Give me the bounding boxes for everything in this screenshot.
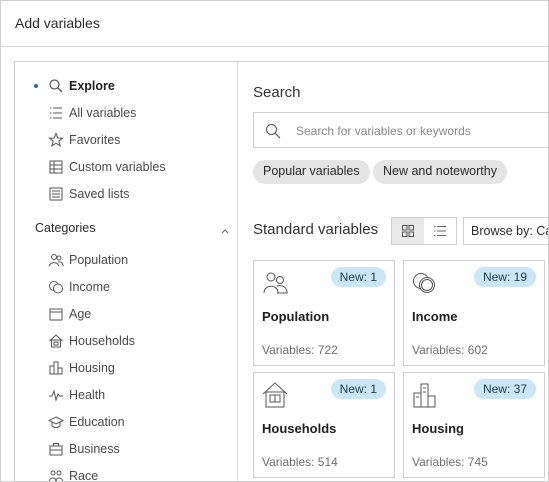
view-toggle <box>391 217 457 245</box>
chip-popular-variables[interactable]: Popular variables <box>253 160 370 184</box>
graduation-cap-icon <box>48 414 64 430</box>
business-icon <box>48 441 64 457</box>
category-education[interactable]: Education <box>15 411 237 433</box>
nav-item-custom-variables[interactable]: Custom variables <box>15 156 237 178</box>
category-label: Education <box>69 415 125 429</box>
chip-new-and-noteworthy[interactable]: New and noteworthy <box>373 160 507 184</box>
active-indicator <box>34 84 38 88</box>
category-age[interactable]: Age <box>15 303 237 325</box>
category-label: Housing <box>69 361 115 375</box>
variable-card-housing[interactable]: New: 37 Housing Variables: 745 <box>403 372 545 478</box>
coins-icon <box>48 279 64 295</box>
standard-variables-heading: Standard variables <box>253 221 379 238</box>
dialog-title: Add variables <box>15 15 100 31</box>
heartbeat-icon <box>48 387 64 403</box>
variable-card-households[interactable]: New: 1 Households Variables: 514 <box>253 372 395 478</box>
search-icon <box>48 78 64 94</box>
main-content: Search Popular variables New and notewor… <box>239 62 548 481</box>
categories-header[interactable]: Categories <box>35 221 230 243</box>
card-title: Income <box>412 309 458 324</box>
card-variable-count: Variables: 602 <box>412 343 488 357</box>
category-label: Age <box>69 307 92 321</box>
nav-item-saved-lists[interactable]: Saved lists <box>15 183 237 205</box>
category-housing[interactable]: Housing <box>15 357 237 379</box>
category-business[interactable]: Business <box>15 438 237 460</box>
category-population[interactable]: Population <box>15 249 237 271</box>
categories-title: Categories <box>35 221 96 235</box>
search-heading: Search <box>253 84 301 101</box>
card-title: Households <box>262 421 337 436</box>
category-label: Business <box>69 442 120 456</box>
people-icon <box>48 252 64 268</box>
chevron-up-icon <box>220 226 230 236</box>
category-label: Households <box>69 334 136 348</box>
list-icon <box>48 105 64 121</box>
house-icon <box>261 381 289 409</box>
people-icon <box>261 269 289 297</box>
new-count-badge: New: 1 <box>330 267 386 287</box>
card-title: Population <box>262 309 330 324</box>
race-icon <box>48 468 64 481</box>
category-income[interactable]: Income <box>15 276 237 298</box>
nav-item-favorites[interactable]: Favorites <box>15 129 237 151</box>
category-label: Health <box>69 388 106 402</box>
list-view-button[interactable] <box>424 218 456 244</box>
custom-variables-icon <box>48 159 64 175</box>
nav-item-explore[interactable]: Explore <box>15 75 237 97</box>
card-title: Housing <box>412 421 464 436</box>
saved-lists-icon <box>48 186 64 202</box>
category-label: Population <box>69 253 129 267</box>
card-variable-count: Variables: 514 <box>262 455 338 469</box>
nav-item-label: Custom variables <box>69 160 166 174</box>
new-count-badge: New: 1 <box>330 379 386 399</box>
nav-item-all-variables[interactable]: All variables <box>15 102 237 124</box>
browse-by-select[interactable]: Browse by: Ca <box>463 217 548 245</box>
nav-item-label: Favorites <box>69 133 121 147</box>
buildings-icon <box>411 381 439 409</box>
sidebar: Explore All variables Favorites Custom v… <box>15 62 238 482</box>
nav-item-label: Explore <box>69 79 115 93</box>
variable-card-income[interactable]: New: 19 Income Variables: 602 <box>403 260 545 366</box>
calendar-icon <box>48 306 64 322</box>
coins-icon <box>411 269 439 297</box>
house-icon <box>48 333 64 349</box>
star-icon <box>48 132 64 148</box>
search-icon <box>264 122 282 140</box>
buildings-icon <box>48 360 64 376</box>
search-input[interactable] <box>294 121 544 141</box>
content-panel: Explore All variables Favorites Custom v… <box>14 61 548 482</box>
add-variables-dialog: Add variables Explore All variables Favo… <box>0 0 549 482</box>
category-health[interactable]: Health <box>15 384 237 406</box>
grid-view-button[interactable] <box>392 218 424 244</box>
nav-item-label: All variables <box>69 106 137 120</box>
variable-card-population[interactable]: New: 1 Population Variables: 722 <box>253 260 395 366</box>
category-label: Income <box>69 280 110 294</box>
new-count-badge: New: 19 <box>473 267 536 287</box>
card-variable-count: Variables: 745 <box>412 455 488 469</box>
category-race[interactable]: Race <box>15 465 237 482</box>
new-count-badge: New: 37 <box>473 379 536 399</box>
category-households[interactable]: Households <box>15 330 237 352</box>
dialog-header: Add variables <box>1 1 548 47</box>
nav-item-label: Saved lists <box>69 187 130 201</box>
category-label: Race <box>69 469 99 482</box>
search-box[interactable] <box>253 112 548 148</box>
card-variable-count: Variables: 722 <box>262 343 338 357</box>
